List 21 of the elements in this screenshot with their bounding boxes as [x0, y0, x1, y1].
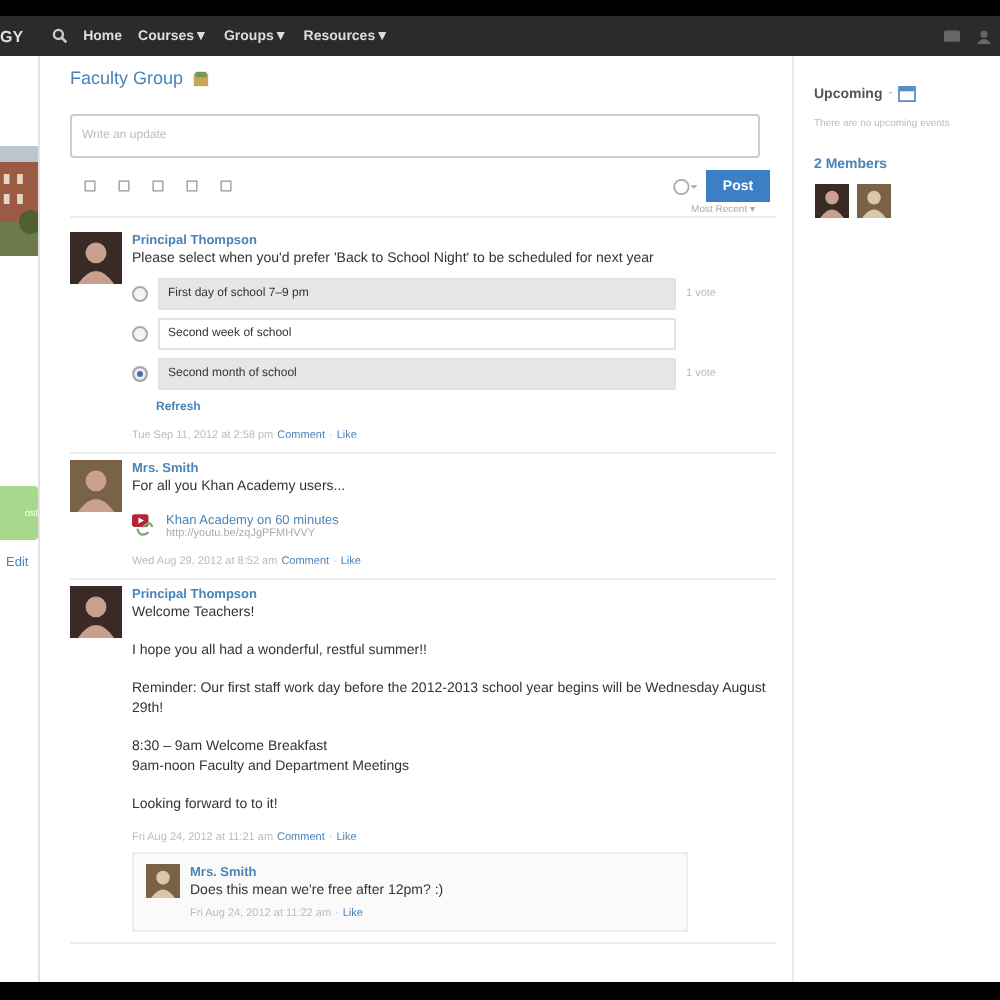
member-avatar[interactable] [814, 184, 850, 218]
radio-button[interactable] [132, 286, 148, 302]
avatar[interactable] [144, 864, 182, 898]
toolbar-icon[interactable] [116, 178, 132, 194]
radio-button[interactable] [132, 326, 148, 342]
toolbar-icon[interactable] [218, 178, 234, 194]
radio-button[interactable] [132, 366, 148, 382]
search-icon[interactable] [51, 28, 68, 44]
book-icon [191, 69, 210, 87]
toolbar-icon[interactable] [82, 178, 98, 194]
video-icon [132, 514, 154, 540]
calendar-icon[interactable] [898, 86, 917, 102]
logo[interactable]: GY [0, 27, 24, 45]
avatar[interactable] [70, 232, 122, 284]
person-icon[interactable] [976, 29, 992, 43]
emoticon-icon[interactable] [672, 177, 698, 195]
message-icon[interactable] [944, 29, 960, 43]
toolbar-icon[interactable] [150, 178, 166, 194]
group-title: Faculty Group [70, 68, 184, 88]
avatar[interactable] [70, 586, 122, 638]
toolbar-icon[interactable] [184, 178, 200, 194]
